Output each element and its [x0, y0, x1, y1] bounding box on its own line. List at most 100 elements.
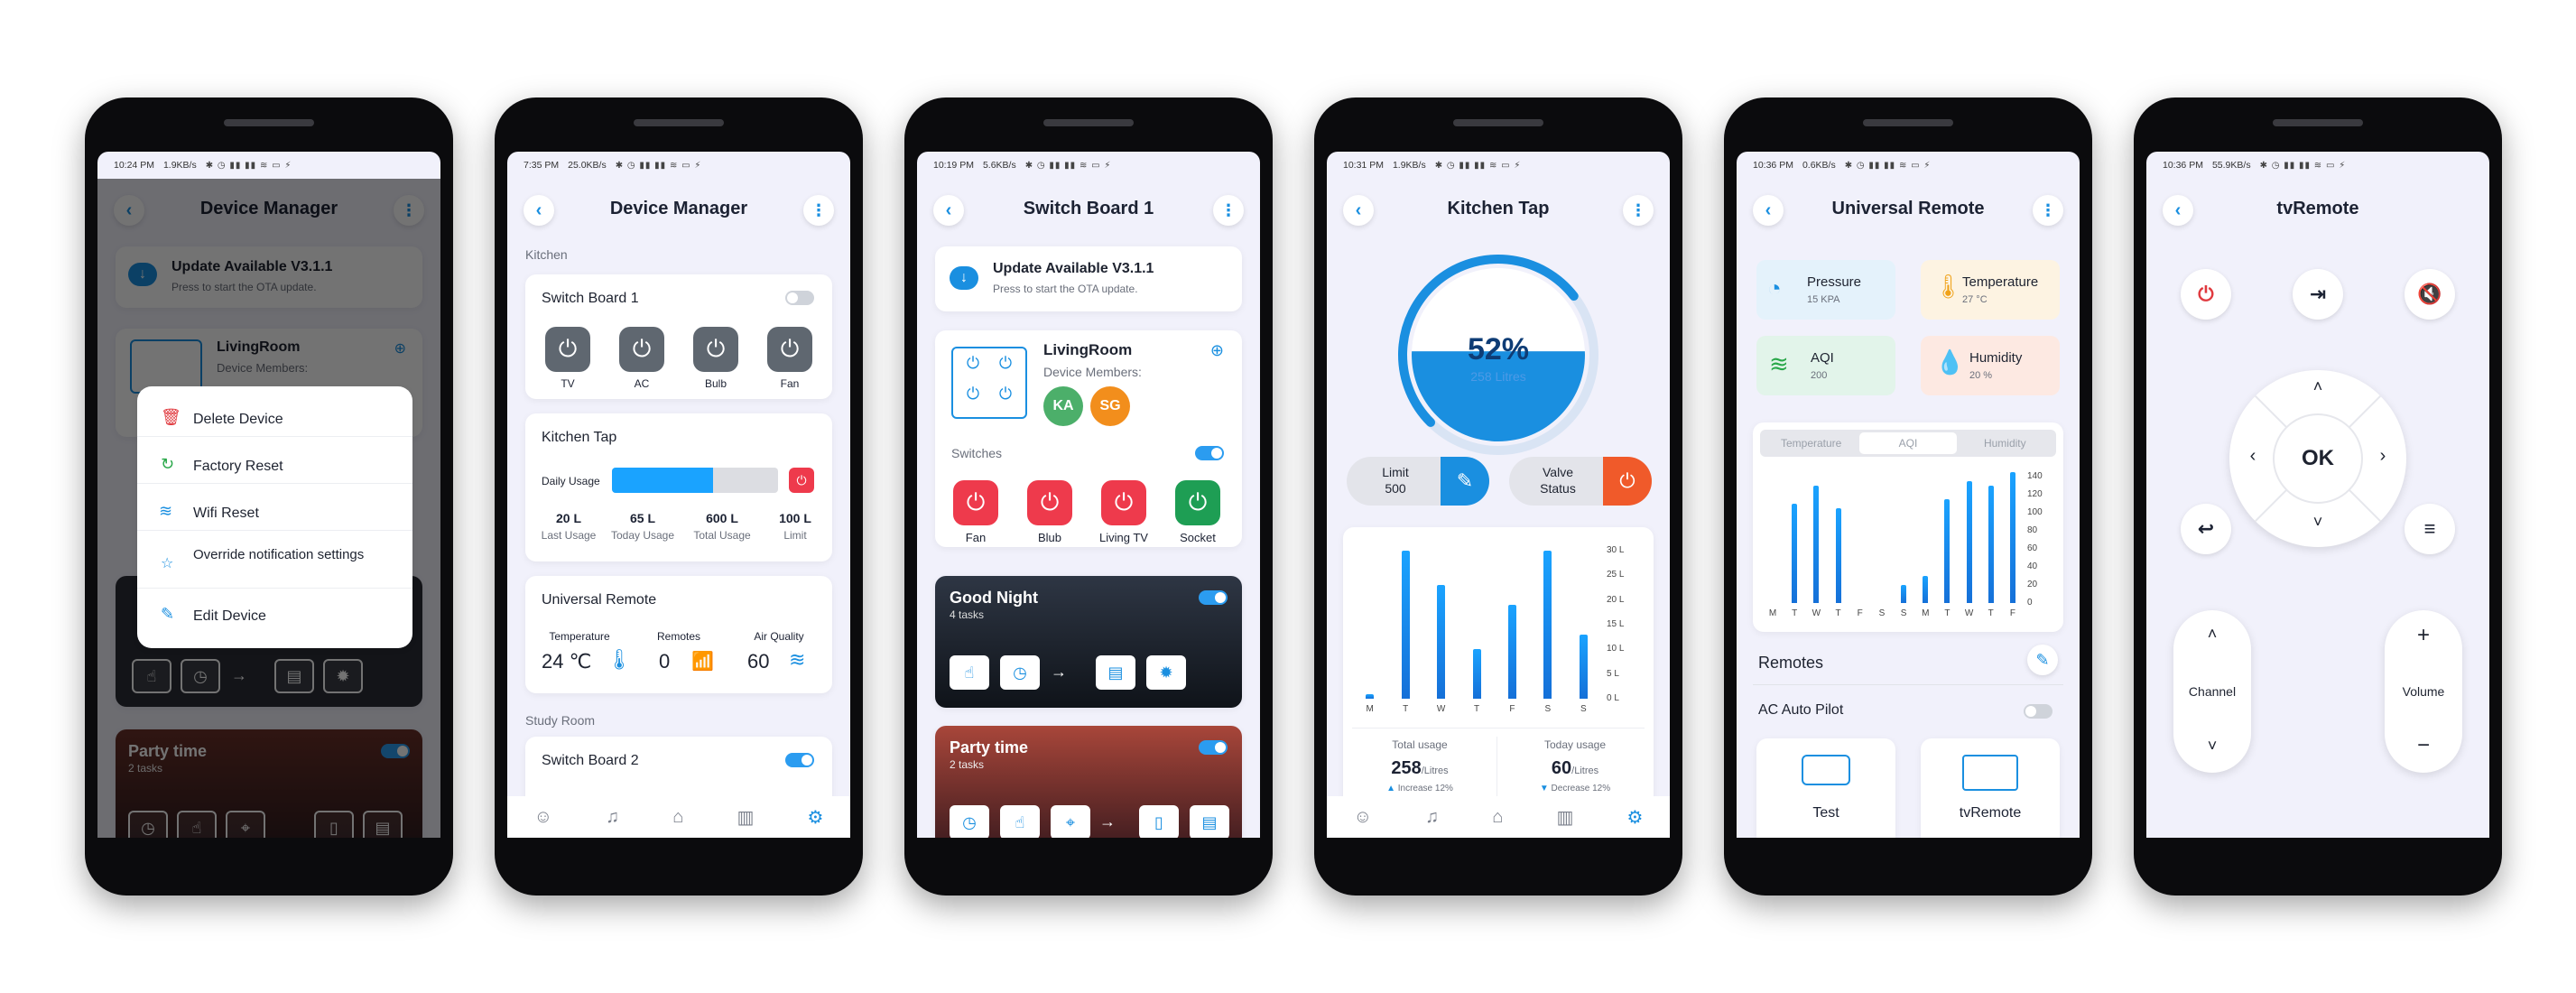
people-icon[interactable]: ☺ [1354, 807, 1372, 828]
card-title: Kitchen Tap [542, 430, 617, 445]
device-label: Fan [780, 377, 800, 390]
people-icon[interactable]: ☺ [534, 807, 552, 828]
edit-icon[interactable]: ✎ [1441, 457, 1489, 506]
tank-percent: 52% [1468, 332, 1529, 367]
chart-bar [1923, 576, 1929, 603]
power-icon[interactable]: ⏻ [545, 327, 590, 372]
avatar[interactable]: KA [1043, 386, 1083, 426]
valve-control[interactable]: Valve Status ⏻ [1509, 457, 1652, 506]
chart-bar [1437, 585, 1446, 699]
bulb-icon: ✹ [1146, 655, 1186, 690]
avatar[interactable]: SG [1090, 386, 1130, 426]
limit-label-text: Limit [1382, 465, 1409, 479]
total-usage-value: 258 [1391, 758, 1422, 778]
menu-item-wifi-reset[interactable]: ≋ Wifi Reset [137, 496, 412, 531]
sensor-chart-card: Temperature AQI Humidity 140 120 100 80 60 40… [1753, 422, 2063, 632]
power-icon[interactable]: ⏻ [1603, 457, 1652, 506]
tab-temperature[interactable]: Temperature [1763, 432, 1859, 454]
volume-up-button[interactable]: + [2385, 623, 2462, 648]
section-kitchen: Kitchen [525, 247, 568, 262]
factory-icon[interactable]: ▥ [1556, 806, 1573, 829]
room-card[interactable]: ⏻ ⏻ ⏻ ⏻ LivingRoom Device Members: ⊕ KA SG … [935, 330, 1242, 547]
home-icon[interactable]: ⌂ [672, 807, 683, 828]
menu-item-override-notification[interactable]: ☆ Override notification settings [137, 542, 412, 589]
daily-usage-label: Daily Usage [542, 475, 600, 487]
up-button[interactable]: ˄ [2305, 377, 2330, 396]
good-night-card[interactable]: Good Night 4 tasks ☝ ◷ → ▤ ✹ [935, 576, 1242, 708]
power-icon[interactable]: ⏻ [1027, 480, 1072, 525]
chart-bar [1944, 499, 1951, 603]
remote-card[interactable]: tvRemote [1921, 738, 2060, 838]
tile-title: Pressure [1807, 274, 1862, 290]
channel-down-button[interactable]: ˅ [2173, 737, 2251, 756]
menu-item-factory-reset[interactable]: ↻ Factory Reset [137, 450, 412, 484]
switches-toggle[interactable] [1195, 446, 1224, 460]
edit-icon[interactable]: ✎ [2027, 645, 2058, 675]
input-button[interactable]: ⇥ [2293, 269, 2343, 320]
aqi-chart [1762, 472, 2024, 603]
left-button[interactable]: ‹ [2240, 446, 2266, 467]
switchboard-card[interactable]: Switch Board 1 ⏻ ⏻ ⏻ ⏻ TV AC Bulb Fan [525, 274, 832, 399]
remote-card[interactable]: Test [1756, 738, 1895, 838]
y-tick-label: 20 [2027, 580, 2038, 589]
power-icon[interactable]: ⏻ [1175, 480, 1220, 525]
bell-icon[interactable]: ♫ [606, 807, 619, 828]
mute-button[interactable]: 🔇 [2405, 269, 2455, 320]
bell-icon[interactable]: ♫ [1425, 807, 1439, 828]
air-icon: ≋ [789, 648, 806, 671]
power-icon[interactable]: ⏻ [767, 327, 812, 372]
tab-humidity[interactable]: Humidity [1957, 432, 2053, 454]
gear-icon[interactable]: ⚙ [807, 806, 823, 829]
autopilot-label: AC Auto Pilot [1758, 702, 1844, 718]
chart-bar [1813, 486, 1820, 603]
power-icon[interactable]: ⏻ [619, 327, 664, 372]
more-icon[interactable]: ⋮ [1213, 195, 1244, 226]
total-delta: ▲ Increase 12% [1386, 784, 1453, 793]
volume-down-button[interactable]: − [2385, 733, 2462, 758]
factory-icon[interactable]: ▥ [737, 806, 754, 829]
kitchen-tap-card[interactable]: Kitchen Tap Daily Usage ⏻ 20 L Last Usag… [525, 413, 832, 561]
more-icon[interactable]: ⋮ [1623, 195, 1654, 226]
card-title: Switch Board 1 [542, 291, 639, 306]
update-subtitle: Press to start the OTA update. [993, 283, 1138, 295]
device-label: Bulb [704, 377, 727, 390]
power-icon[interactable]: ⏻ [1101, 480, 1146, 525]
usage-label: Last Usage [541, 529, 597, 542]
x-tick-label: T [1792, 608, 1798, 618]
remotes-heading: Remotes [1758, 654, 1824, 672]
home-icon[interactable]: ⌂ [1492, 807, 1503, 828]
power-button[interactable]: ⏻ [2181, 269, 2231, 320]
switchboard-toggle[interactable] [785, 291, 814, 305]
power-icon[interactable]: ⏻ [953, 480, 998, 525]
menu-label: Delete Device [193, 412, 283, 427]
x-axis: MTWTFSS [1352, 704, 1601, 719]
scene-toggle[interactable] [1199, 740, 1228, 755]
header: ‹ Universal Remote ⋮ [1737, 188, 2080, 233]
ok-button[interactable]: OK [2273, 413, 2363, 504]
universal-remote-card[interactable]: Universal Remote Temperature Remotes Air… [525, 576, 832, 693]
limit-control[interactable]: Limit 500 ✎ [1347, 457, 1489, 506]
back-nav-button[interactable]: ↩ [2181, 504, 2231, 554]
tab-aqi[interactable]: AQI [1859, 432, 1957, 454]
more-icon[interactable]: ⋮ [803, 195, 834, 226]
update-card[interactable]: ↓ Update Available V3.1.1 Press to start… [935, 246, 1242, 311]
gear-icon[interactable]: ⚙ [1626, 806, 1643, 829]
menu-item-delete[interactable]: 🗑 Delete Device [137, 403, 412, 437]
more-icon[interactable]: ⋮ [2033, 195, 2063, 226]
header: ‹ Kitchen Tap ⋮ [1327, 188, 1670, 233]
right-button[interactable]: › [2370, 446, 2395, 467]
power-icon[interactable]: ⏻ [693, 327, 738, 372]
menu-item-edit-device[interactable]: ✎ Edit Device [137, 599, 412, 634]
status-bar: 10:19 PM 5.6KB/s ✱ ◷ ▮▮ ▮▮ ≋ ▭ ⚡ [917, 152, 1260, 179]
autopilot-toggle[interactable] [2024, 704, 2052, 719]
valve-power-icon[interactable]: ⏻ [789, 468, 814, 493]
channel-up-button[interactable]: ˄ [2173, 625, 2251, 644]
scene-toggle[interactable] [1199, 590, 1228, 605]
switchboard-toggle[interactable] [785, 753, 814, 767]
party-card[interactable]: Party time 2 tasks ◷ ☝ ⌖ → ▯ ▤ [935, 726, 1242, 838]
phone-kitchen-tap: 10:31 PM 1.9KB/s ✱ ◷ ▮▮ ▮▮ ≋ ▭ ⚡ ‹ Kitchen… [1314, 97, 1682, 896]
menu-button[interactable]: ≡ [2405, 504, 2455, 554]
add-member-icon[interactable]: ⊕ [1210, 341, 1224, 360]
down-button[interactable]: ˅ [2305, 513, 2330, 532]
limit-label: Limit 500 [1359, 464, 1432, 496]
